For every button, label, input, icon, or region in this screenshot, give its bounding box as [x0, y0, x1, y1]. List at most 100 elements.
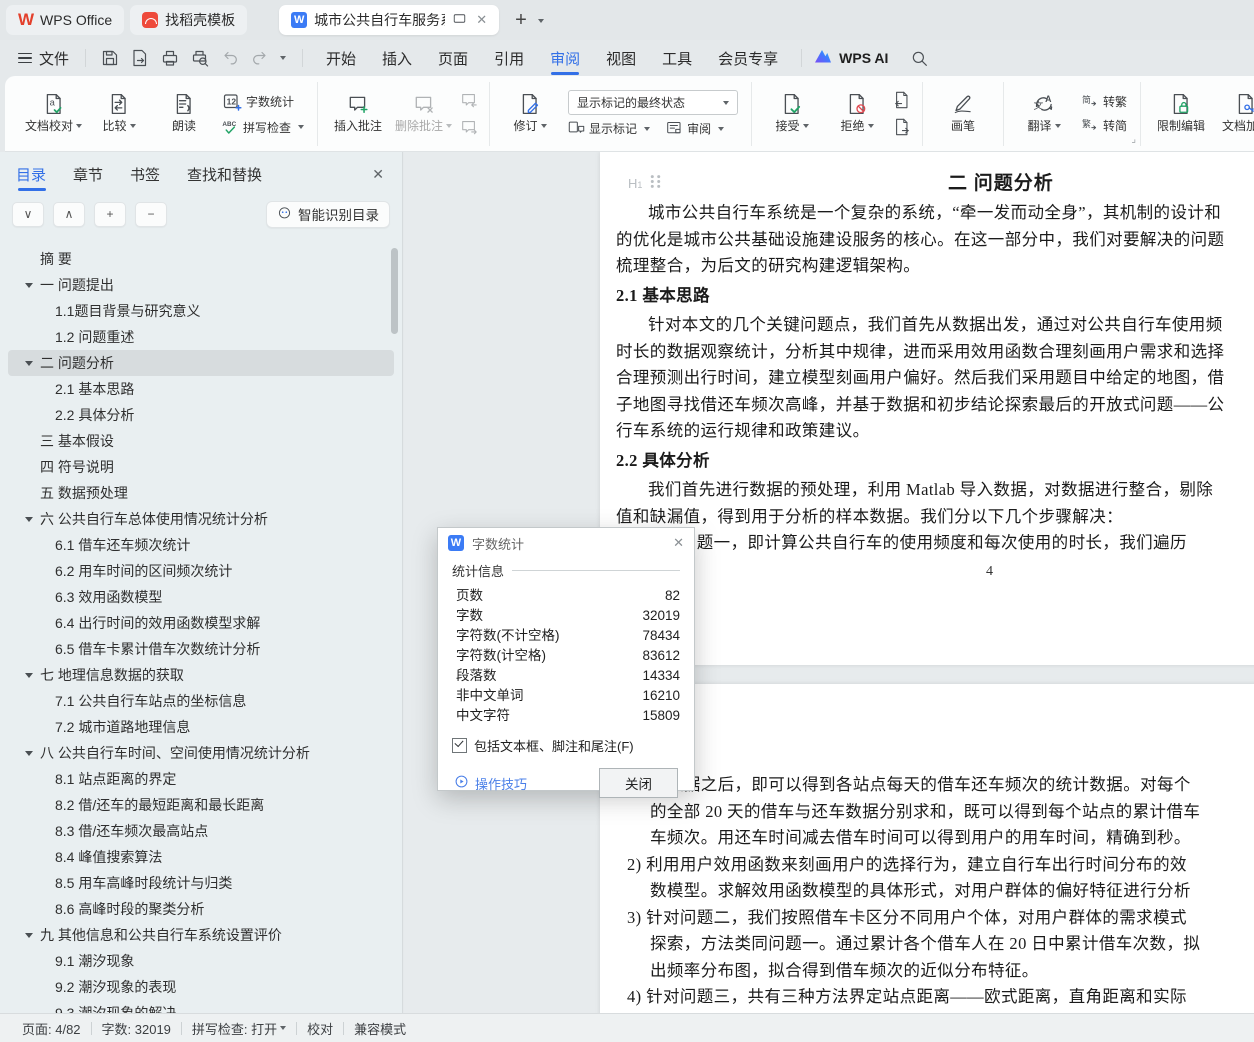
export-icon[interactable] [126, 45, 154, 71]
ribbon-button-comment-add[interactable]: 插入批注 [327, 83, 389, 145]
toc-item[interactable]: 八 公共自行车时间、空间使用情况统计分析 [8, 740, 394, 766]
ribbon-small-button[interactable]: ABC 拼写检查 [222, 119, 305, 136]
toc-item[interactable]: 6.2 用车时间的区间频次统计 [8, 558, 394, 584]
ribbon-button-doc-lock[interactable]: 限制编辑 [1150, 83, 1212, 145]
toc-item[interactable]: 二 问题分析 [8, 350, 394, 376]
zoom-in-level-button[interactable]: + [94, 201, 126, 227]
status-item[interactable]: 校对 [297, 1019, 343, 1038]
toc-item[interactable]: 8.1 站点距离的界定 [8, 766, 394, 792]
sidebar-close-icon[interactable]: ✕ [372, 166, 384, 183]
ribbon-button-doc-reject[interactable]: 拒绝 [826, 83, 888, 145]
document-page-5[interactable]: 有数据之后，即可以得到各站点每天的借车还车频次的统计数据。对每个 的全部 20 天… [600, 684, 1254, 1014]
toc-item[interactable]: 九 其他信息和公共自行车系统设置评价 [8, 922, 394, 948]
menu-tab-视图[interactable]: 视图 [593, 40, 649, 76]
ribbon-button-doc-proof[interactable]: a 文档校对 [22, 83, 85, 145]
group-dialog-launcher-icon[interactable]: ⌟ [1131, 134, 1136, 145]
ribbon-button-doc-read[interactable]: 朗读 [153, 83, 215, 145]
heading-level-marker[interactable]: H1 [628, 174, 662, 192]
ribbon-button-pen[interactable]: 画笔 [932, 83, 994, 145]
status-item[interactable]: 兼容模式 [344, 1019, 416, 1038]
toc-item[interactable]: 五 数据预处理 [8, 480, 394, 506]
comment-next-button[interactable] [460, 118, 478, 136]
close-button[interactable]: 关闭 [599, 768, 678, 798]
toc-item[interactable]: 七 地理信息数据的获取 [8, 662, 394, 688]
save-icon[interactable] [96, 45, 124, 71]
menu-tab-插入[interactable]: 插入 [369, 40, 425, 76]
show-markup-state-combobox[interactable]: 显示标记的最终状态 [568, 90, 739, 115]
toc-item[interactable]: 6.4 出行时间的效用函数模型求解 [8, 610, 394, 636]
drag-handle-icon[interactable] [649, 174, 662, 192]
expand-arrow-icon[interactable] [25, 933, 33, 938]
expand-arrow-icon[interactable] [25, 283, 33, 288]
checkbox-icon[interactable] [452, 738, 467, 753]
toc-item[interactable]: 7.1 公共自行车站点的坐标信息 [8, 688, 394, 714]
undo-icon[interactable] [216, 45, 244, 71]
ribbon-small-button[interactable]: 12 字数统计 [222, 92, 304, 112]
tab-close-icon[interactable]: ✕ [476, 12, 487, 28]
toc-item[interactable]: 6.3 效用函数模型 [8, 584, 394, 610]
toc-item[interactable]: 三 基本假设 [8, 428, 394, 454]
rev-next-button[interactable] [893, 118, 911, 136]
expand-arrow-icon[interactable] [25, 673, 33, 678]
tab-wps-office[interactable]: W WPS Office [6, 5, 125, 35]
toc-item[interactable]: 一 问题提出 [8, 272, 394, 298]
toolbar-more-chevron-icon[interactable] [280, 56, 287, 60]
ribbon-small-button[interactable]: 繁转简 [1082, 117, 1127, 134]
tab-list-chevron-icon[interactable] [537, 19, 544, 23]
print-icon[interactable] [156, 45, 184, 71]
toc-item[interactable]: 2.2 具体分析 [8, 402, 394, 428]
toc-item[interactable]: 2.1 基本思路 [8, 376, 394, 402]
toc-item[interactable]: 1.2 问题重述 [8, 324, 394, 350]
status-item[interactable]: 字数: 32019 [92, 1019, 181, 1038]
tab-docer-templates[interactable]: 找稻壳模板 [130, 5, 248, 35]
include-textbox-checkbox[interactable]: 包括文本框、脚注和尾注(F) [452, 736, 680, 755]
expand-arrow-icon[interactable] [25, 751, 33, 756]
dialog-titlebar[interactable]: W 字数统计 ✕ [438, 528, 694, 558]
search-icon[interactable] [910, 49, 929, 68]
ribbon-button-doc-revise[interactable]: 修订 [499, 83, 561, 145]
expand-all-button[interactable]: ∧ [53, 201, 85, 227]
status-item[interactable]: 页面: 4/82 [12, 1019, 91, 1038]
rev-prev-button[interactable] [893, 91, 911, 109]
toc-item[interactable]: 摘 要 [8, 246, 394, 272]
menu-tab-工具[interactable]: 工具 [649, 40, 705, 76]
sidebar-scrollbar[interactable] [391, 248, 398, 334]
tab-document-active[interactable]: W 城市公共自行车服务系统运行 ✕ [279, 5, 500, 35]
ribbon-small-button[interactable]: 显示标记 [568, 120, 651, 137]
toc-item[interactable]: 8.3 借/还车频次最高站点 [8, 818, 394, 844]
toc-item[interactable]: 8.4 峰值搜索算法 [8, 844, 394, 870]
sidebar-tab-目录[interactable]: 目录 [16, 152, 47, 196]
sidebar-tab-查找和替换[interactable]: 查找和替换 [187, 152, 262, 196]
toc-item[interactable]: 8.2 借/还车的最短距离和最长距离 [8, 792, 394, 818]
file-menu-button[interactable]: 文件 [12, 48, 75, 69]
wps-ai-label[interactable]: WPS AI [839, 50, 888, 66]
zoom-out-level-button[interactable]: − [135, 201, 167, 227]
expand-arrow-icon[interactable] [25, 517, 33, 522]
ribbon-button-comment-del[interactable]: 删除批注 [392, 83, 455, 145]
smart-toc-button[interactable]: 智能识别目录 [266, 200, 390, 228]
sidebar-tab-书签[interactable]: 书签 [130, 152, 160, 196]
dialog-close-icon[interactable]: ✕ [673, 535, 684, 551]
tips-link[interactable]: 操作技巧 [454, 774, 527, 793]
menu-tab-会员专享[interactable]: 会员专享 [705, 40, 791, 76]
ribbon-small-button[interactable]: 简转繁 [1082, 93, 1127, 110]
toc-item[interactable]: 9.1 潮汐现象 [8, 948, 394, 974]
redo-icon[interactable] [246, 45, 274, 71]
collapse-all-button[interactable]: ∨ [12, 201, 44, 227]
toc-item[interactable]: 8.5 用车高峰时段统计与归类 [8, 870, 394, 896]
menu-tab-引用[interactable]: 引用 [481, 40, 537, 76]
ribbon-button-doc-compare[interactable]: 比较 [88, 83, 150, 145]
toc-item[interactable]: 6.1 借车还车频次统计 [8, 532, 394, 558]
toc-item[interactable]: 六 公共自行车总体使用情况统计分析 [8, 506, 394, 532]
comment-prev-button[interactable] [460, 91, 478, 109]
toc-item[interactable]: 8.6 高峰时段的聚类分析 [8, 896, 394, 922]
toc-item[interactable]: 9.3 潮汐现象的解决 [8, 1000, 394, 1014]
ribbon-button-doc-accept[interactable]: 接受 [761, 83, 823, 145]
toc-item[interactable]: 1.1题目背景与研究意义 [8, 298, 394, 324]
toc-item[interactable]: 6.5 借车卡累计借车次数统计分析 [8, 636, 394, 662]
new-tab-button[interactable]: + [515, 9, 527, 32]
menu-tab-审阅[interactable]: 审阅 [537, 40, 593, 76]
document-page-4[interactable]: H1 二 问题分析 城市公共自行车系统是一个复杂的系统，“牵一发而动全身”，其机… [600, 152, 1254, 665]
preview-icon[interactable] [186, 45, 214, 71]
ribbon-button-translate[interactable]: 文 A 翻译 [1013, 83, 1075, 145]
